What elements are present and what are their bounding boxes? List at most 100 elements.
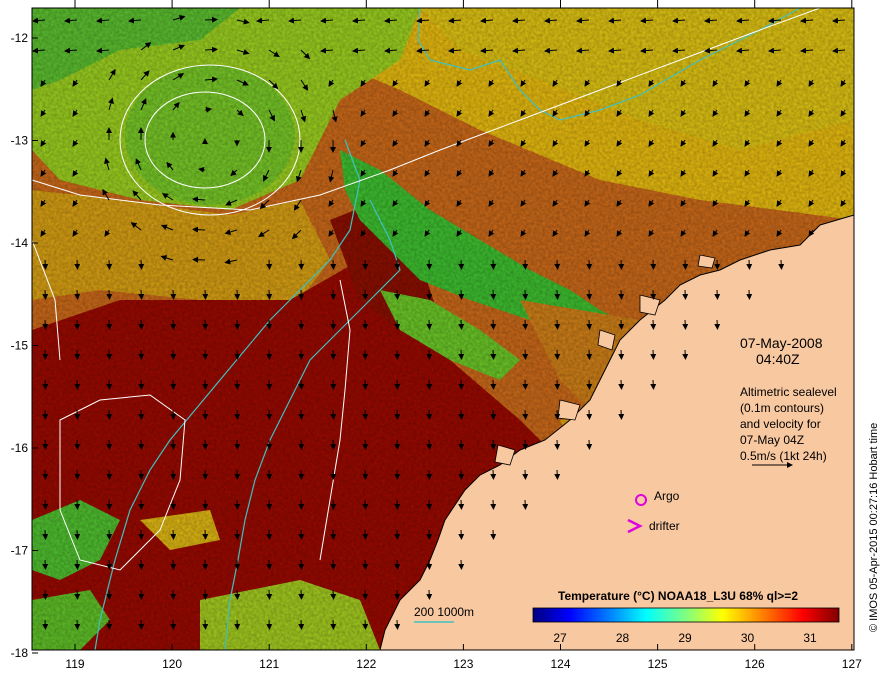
velocity-arrow xyxy=(42,259,49,270)
velocity-arrow xyxy=(362,589,369,600)
velocity-arrow xyxy=(170,319,177,330)
altimetry-line-1: Altimetric sealevel xyxy=(740,385,837,399)
velocity-arrow xyxy=(330,319,337,330)
velocity-arrow xyxy=(74,559,81,570)
velocity-arrow xyxy=(234,409,241,420)
velocity-arrow xyxy=(170,439,177,450)
y-tick-label: -18 xyxy=(11,646,29,660)
velocity-arrow xyxy=(554,469,561,480)
velocity-arrow xyxy=(458,289,465,300)
velocity-arrow xyxy=(170,529,177,540)
velocity-arrow xyxy=(618,319,625,330)
velocity-arrow xyxy=(490,259,497,270)
velocity-arrow xyxy=(204,46,218,53)
velocity-arrow xyxy=(362,619,369,630)
velocity-arrow xyxy=(682,259,689,270)
velocity-arrow xyxy=(170,379,177,390)
velocity-arrow xyxy=(618,379,625,390)
velocity-arrow xyxy=(202,349,209,360)
velocity-arrow xyxy=(266,319,273,330)
velocity-arrow xyxy=(266,469,273,480)
velocity-arrow xyxy=(554,439,561,450)
velocity-arrow xyxy=(586,379,593,390)
velocity-arrow xyxy=(650,289,657,300)
velocity-arrow xyxy=(298,409,305,420)
velocity-arrow xyxy=(330,469,337,480)
velocity-arrow xyxy=(138,349,145,360)
velocity-arrow xyxy=(74,379,81,390)
velocity-arrow xyxy=(202,559,209,570)
velocity-arrow xyxy=(266,559,273,570)
velocity-arrow xyxy=(298,469,305,480)
velocity-arrow xyxy=(362,319,369,330)
x-tick-label: 124 xyxy=(550,657,570,671)
velocity-arrow xyxy=(522,439,529,450)
velocity-arrow xyxy=(42,379,49,390)
y-tick-label: -15 xyxy=(11,339,29,353)
velocity-arrow xyxy=(298,289,305,300)
date-label: 07-May-2008 xyxy=(740,335,823,351)
x-tick-label: 125 xyxy=(648,657,668,671)
velocity-arrow xyxy=(266,409,273,420)
velocity-arrow xyxy=(490,409,497,420)
velocity-arrow xyxy=(714,259,721,270)
velocity-arrow xyxy=(298,589,305,600)
velocity-arrow xyxy=(394,379,401,390)
velocity-arrow xyxy=(586,319,593,330)
velocity-arrow xyxy=(522,409,529,420)
velocity-arrow xyxy=(74,349,81,360)
sst-map-figure: -12 -13 -14 -15 -16 -17 -18 119 120 121 122 123 124… xyxy=(11,0,880,671)
velocity-arrow xyxy=(234,619,241,630)
velocity-arrow xyxy=(426,259,433,270)
velocity-arrow xyxy=(458,259,465,270)
altimetry-line-5: 0.5m/s (1kt 24h) xyxy=(740,449,827,463)
velocity-arrow xyxy=(106,619,113,630)
velocity-arrow xyxy=(138,259,145,270)
drifter-label: drifter xyxy=(649,519,680,533)
y-tick-label: -13 xyxy=(11,134,29,148)
velocity-arrow xyxy=(266,589,273,600)
velocity-arrow xyxy=(106,439,113,450)
velocity-arrow xyxy=(394,319,401,330)
velocity-arrow xyxy=(490,529,497,540)
velocity-arrow xyxy=(682,289,689,300)
velocity-arrow xyxy=(266,499,273,510)
velocity-arrow xyxy=(458,469,465,480)
velocity-arrow xyxy=(330,289,337,300)
velocity-arrow xyxy=(618,259,625,270)
x-tick-label: 122 xyxy=(356,657,376,671)
velocity-arrow xyxy=(170,349,177,360)
velocity-arrow xyxy=(234,529,241,540)
velocity-arrow xyxy=(298,319,305,330)
velocity-arrow xyxy=(458,319,465,330)
velocity-arrow xyxy=(458,559,465,570)
velocity-arrow xyxy=(74,469,81,480)
velocity-arrow xyxy=(522,379,529,390)
velocity-arrow xyxy=(586,439,593,450)
velocity-arrow xyxy=(394,469,401,480)
velocity-arrow xyxy=(234,349,241,360)
velocity-arrow xyxy=(394,409,401,420)
velocity-arrow xyxy=(202,529,209,540)
velocity-arrow xyxy=(554,379,561,390)
colorbar-tick-label: 31 xyxy=(803,631,817,645)
velocity-arrow xyxy=(490,499,497,510)
y-tick-label: -12 xyxy=(11,31,29,45)
velocity-arrow xyxy=(138,529,145,540)
velocity-arrow xyxy=(42,409,49,420)
velocity-arrow xyxy=(362,289,369,300)
velocity-arrow xyxy=(74,319,81,330)
velocity-arrow xyxy=(234,319,241,330)
velocity-arrow xyxy=(522,469,529,480)
velocity-arrow xyxy=(106,289,113,300)
velocity-arrow xyxy=(74,289,81,300)
velocity-arrow xyxy=(650,349,657,360)
velocity-arrow xyxy=(106,529,113,540)
velocity-arrow xyxy=(394,529,401,540)
velocity-arrow xyxy=(330,259,337,270)
x-tick-label: 120 xyxy=(162,657,182,671)
velocity-arrow xyxy=(42,439,49,450)
velocity-arrow xyxy=(426,559,433,570)
velocity-arrow xyxy=(138,289,145,300)
velocity-arrow xyxy=(426,289,433,300)
